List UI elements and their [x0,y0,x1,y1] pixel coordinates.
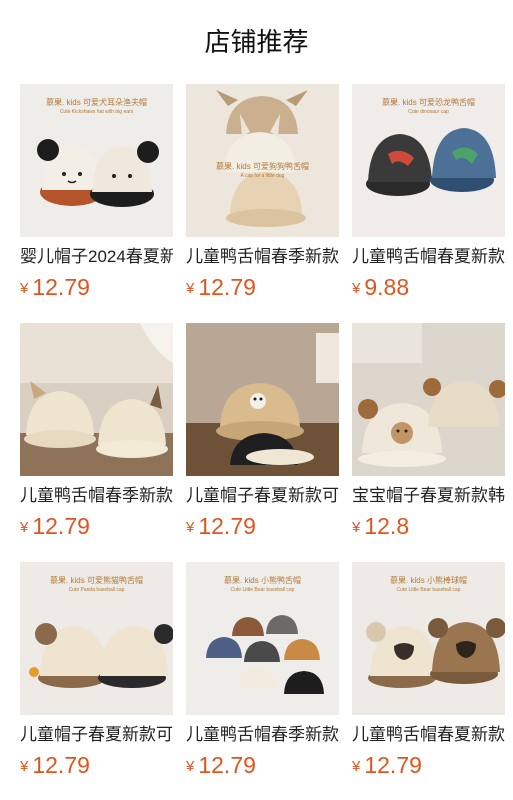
product-card[interactable]: 慕果. kids 小熊棒球帽 Cute Little Bear baseball… [352,562,505,783]
hat-illustration [20,323,173,476]
product-image[interactable]: 慕果. kids 可爱熊猫鸭舌帽 Cute Panda baseball cap [20,562,173,715]
image-sub-text: Cute Little Bear baseball cap [230,587,295,593]
price-value: 12.79 [198,274,256,300]
product-name[interactable]: 儿童帽子春夏新款可爱熊 [186,485,339,507]
price-value: 12.79 [32,274,90,300]
currency-symbol: ¥ [20,519,29,536]
product-image[interactable]: 慕果. kids 可爱恐龙鸭舌帽 Cute dinosaur cap [352,84,505,237]
product-image[interactable]: 慕果. kids 小熊鸭舌帽 Cute Little Bear baseball… [186,562,339,715]
image-sub-text: Cute Little Bear baseball cap [396,587,461,593]
currency-symbol: ¥ [20,758,29,775]
product-price: ¥12.79 [20,752,173,782]
product-name[interactable]: 儿童鸭舌帽春季新款猫耳 [20,485,173,507]
image-brand-text: 慕果. kids 可爱熊猫鸭舌帽 [50,576,143,585]
product-card[interactable]: 慕果. kids 可爱熊猫鸭舌帽 Cute Panda baseball cap… [20,562,173,783]
image-brand-text: 慕果. kids 可爱狗狗鸭舌帽 [216,162,309,171]
product-name[interactable]: 儿童鸭舌帽春夏新款恐龙 [352,246,505,268]
price-value: 12.79 [198,513,256,539]
image-brand-text: 慕果. kids 小熊鸭舌帽 [224,576,301,585]
image-sub-text: A cap for a little dog [240,173,285,179]
product-name[interactable]: 儿童鸭舌帽春夏新款小熊 [352,724,505,746]
image-brand-text: 慕果. kids 小熊棒球帽 [390,576,467,585]
product-grid: 慕果. kids 可爱犬耳朵渔夫帽 Cute Kickshaws hat wit… [20,84,505,783]
product-card[interactable]: 宝宝帽子春夏新款韩版熊 ¥12.8 [352,323,505,544]
image-brand-text: 慕果. kids 可爱恐龙鸭舌帽 [382,98,475,107]
product-card[interactable]: 慕果. kids 可爱犬耳朵渔夫帽 Cute Kickshaws hat wit… [20,84,173,305]
product-image[interactable] [186,323,339,476]
currency-symbol: ¥ [186,758,195,775]
price-value: 12.79 [32,752,90,778]
product-price: ¥12.8 [352,513,505,543]
price-value: 12.8 [364,513,410,539]
currency-symbol: ¥ [186,519,195,536]
product-card[interactable]: 慕果. kids 小熊鸭舌帽 Cute Little Bear baseball… [186,562,339,783]
currency-symbol: ¥ [352,519,361,536]
product-price: ¥12.79 [20,513,173,543]
currency-symbol: ¥ [20,280,29,297]
product-name[interactable]: 婴儿帽子2024春夏新款 [20,246,173,268]
price-value: 12.79 [198,752,256,778]
product-card[interactable]: 儿童鸭舌帽春季新款猫耳 ¥12.79 [20,323,173,544]
currency-symbol: ¥ [352,758,361,775]
price-value: 12.79 [32,513,90,539]
image-sub-text: Cute dinosaur cap [408,109,449,115]
currency-symbol: ¥ [186,280,195,297]
product-card[interactable]: 慕果. kids 可爱恐龙鸭舌帽 Cute dinosaur cap 儿童鸭舌帽… [352,84,505,305]
product-card[interactable]: 儿童帽子春夏新款可爱熊 ¥12.79 [186,323,339,544]
product-price: ¥9.88 [352,274,505,304]
product-name[interactable]: 儿童鸭舌帽春季新款小熊 [186,724,339,746]
product-image[interactable] [352,323,505,476]
currency-symbol: ¥ [352,280,361,297]
image-sub-text: Cute Panda baseball cap [68,587,125,593]
product-price: ¥12.79 [186,513,339,543]
product-image[interactable]: 慕果. kids 可爱犬耳朵渔夫帽 Cute Kickshaws hat wit… [20,84,173,237]
hat-illustration [352,323,505,476]
hat-illustration [216,90,308,227]
image-sub-text: Cute Kickshaws hat with big ears [59,109,134,115]
product-price: ¥12.79 [186,274,339,304]
product-image[interactable]: 慕果. kids 小熊棒球帽 Cute Little Bear baseball… [352,562,505,715]
product-name[interactable]: 宝宝帽子春夏新款韩版熊 [352,485,505,507]
hat-illustration [186,323,339,476]
product-price: ¥12.79 [186,752,339,782]
price-value: 12.79 [364,752,422,778]
product-name[interactable]: 儿童鸭舌帽春季新款小兔 [186,246,339,268]
product-name[interactable]: 儿童帽子春夏新款可爱熊猫 [20,724,173,746]
product-image[interactable] [20,323,173,476]
price-value: 9.88 [364,274,410,300]
product-image[interactable]: 慕果. kids 可爱狗狗鸭舌帽 A cap for a little dog [186,84,339,237]
product-price: ¥12.79 [20,274,173,304]
image-brand-text: 慕果. kids 可爱犬耳朵渔夫帽 [46,98,147,107]
product-price: ¥12.79 [352,752,505,782]
product-card[interactable]: 慕果. kids 可爱狗狗鸭舌帽 A cap for a little dog … [186,84,339,305]
page-title: 店铺推荐 [204,27,309,57]
